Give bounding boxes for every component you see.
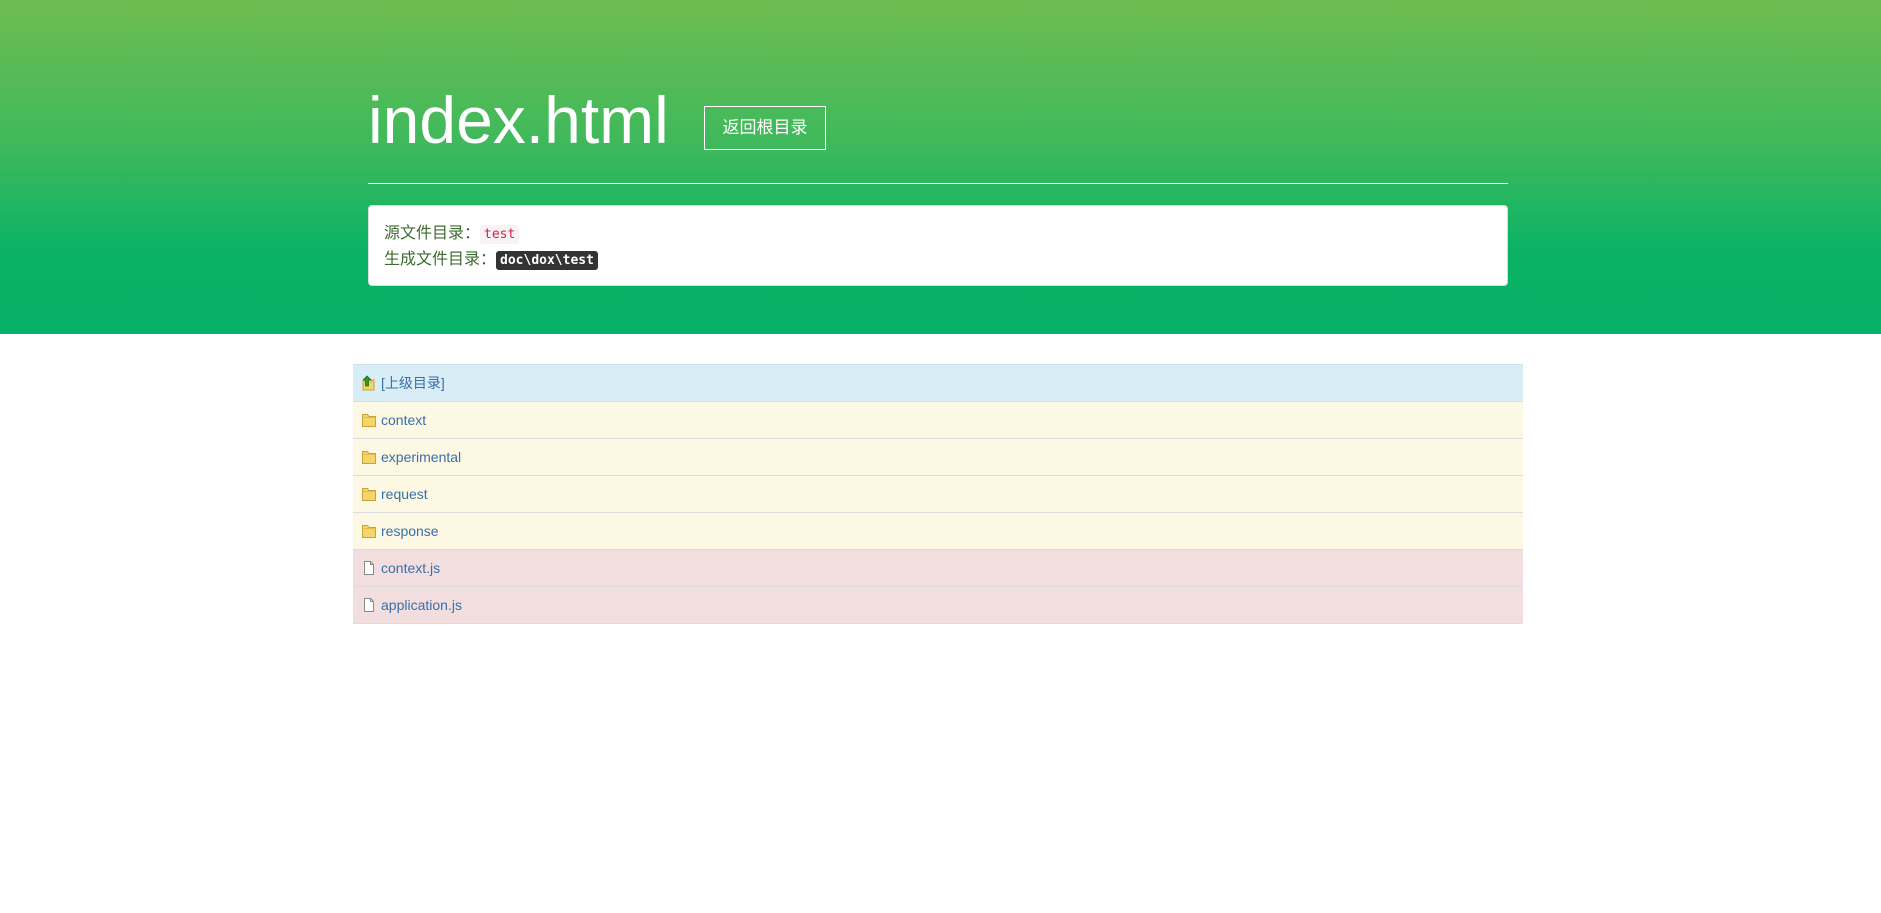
folder-link[interactable]: context (381, 412, 426, 428)
list-item-folder[interactable]: request (353, 476, 1523, 513)
parent-dir-link[interactable]: [上级目录] (381, 373, 445, 393)
parent-folder-icon (362, 375, 375, 391)
list-item-folder[interactable]: context (353, 402, 1523, 439)
file-link[interactable]: context.js (381, 560, 440, 576)
back-to-root-button[interactable]: 返回根目录 (704, 106, 826, 150)
list-item-file[interactable]: context.js (353, 550, 1523, 587)
source-dir-label: 源文件目录： (384, 223, 481, 242)
file-icon (364, 561, 374, 575)
list-item-parent[interactable]: [上级目录] (353, 365, 1523, 402)
folder-icon (362, 414, 376, 427)
output-dir-line: 生成文件目录： doc\dox\test (384, 246, 1492, 272)
file-list: [上级目录] context experimental request resp… (353, 364, 1523, 624)
folder-icon (362, 488, 376, 501)
output-dir-value: doc\dox\test (496, 251, 598, 270)
output-dir-label: 生成文件目录： (384, 249, 497, 268)
source-dir-value: test (480, 225, 520, 244)
list-item-folder[interactable]: experimental (353, 439, 1523, 476)
list-item-folder[interactable]: response (353, 513, 1523, 550)
directory-info-panel: 源文件目录： test 生成文件目录： doc\dox\test (368, 205, 1508, 286)
file-link[interactable]: application.js (381, 597, 462, 613)
folder-link[interactable]: experimental (381, 449, 461, 465)
folder-icon (362, 451, 376, 464)
list-item-file[interactable]: application.js (353, 587, 1523, 624)
folder-link[interactable]: response (381, 523, 439, 539)
folder-link[interactable]: request (381, 486, 428, 502)
file-icon (364, 598, 374, 612)
page-title: index.html (368, 83, 669, 157)
header-content: index.html 返回根目录 源文件目录： test 生成文件目录： doc\d… (368, 0, 1508, 334)
page-header: index.html 返回根目录 源文件目录： test 生成文件目录： doc\d… (0, 0, 1881, 334)
header-divider (368, 183, 1508, 184)
folder-icon (362, 525, 376, 538)
source-dir-line: 源文件目录： test (384, 220, 1492, 246)
